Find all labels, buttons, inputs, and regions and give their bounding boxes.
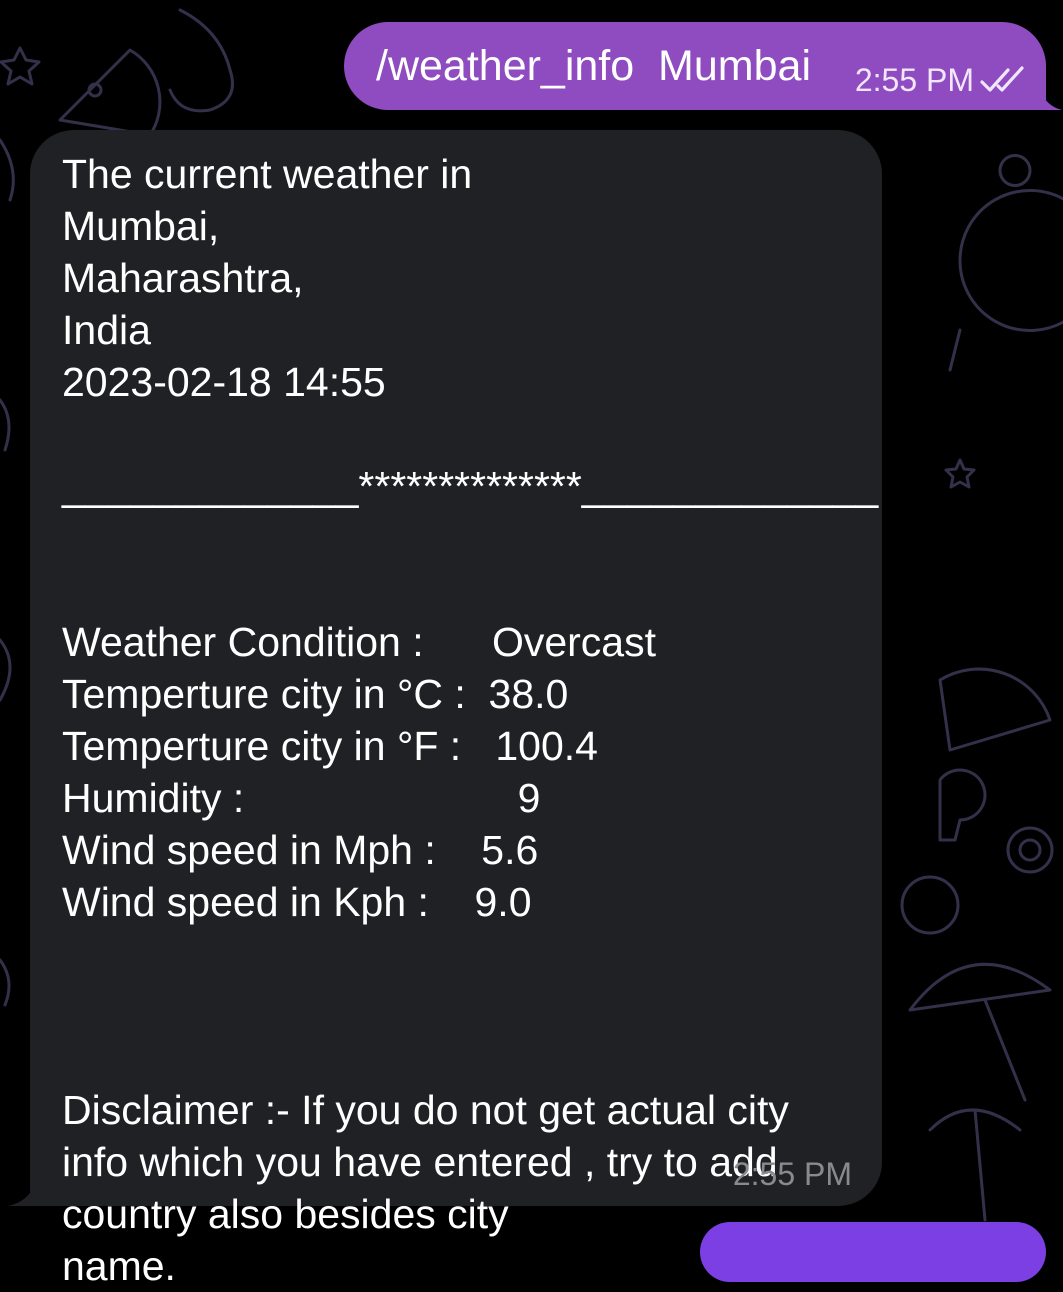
- chat-area: /weather_info Mumbai 2:55 PM The current…: [0, 0, 1063, 1289]
- message-line: Temperture city in °F : 100.4: [62, 723, 598, 769]
- message-line: Humidity : 9: [62, 775, 541, 821]
- outgoing-message-text: /weather_info Mumbai: [376, 42, 811, 90]
- message-line: Mumbai,: [62, 203, 220, 249]
- message-line: Temperture city in °C : 38.0: [62, 671, 569, 717]
- outgoing-message-meta: 2:55 PM: [855, 60, 1028, 100]
- message-line: Weather Condition : Overcast: [62, 619, 656, 665]
- message-line: _____________**************_____________: [62, 463, 879, 509]
- message-line: Disclaimer :- If you do not get actual c…: [62, 1087, 789, 1133]
- outgoing-message-time: 2:55 PM: [854, 62, 974, 98]
- incoming-bubble-tail: [8, 1168, 38, 1206]
- outgoing-message[interactable]: /weather_info Mumbai 2:55 PM: [344, 22, 1046, 110]
- next-outgoing-message[interactable]: [700, 1222, 1046, 1282]
- incoming-message[interactable]: The current weather in Mumbai, Maharashtra…: [30, 130, 882, 1289]
- double-check-icon: [980, 66, 1024, 92]
- incoming-message-time: 2:55 PM: [732, 1156, 852, 1192]
- message-line: Wind speed in Mph : 5.6: [62, 827, 539, 873]
- message-line: Maharashtra,: [62, 255, 304, 301]
- message-line: Wind speed in Kph : 9.0: [62, 879, 532, 925]
- message-line: India: [62, 307, 151, 353]
- outgoing-bubble-tail: [1036, 70, 1062, 110]
- message-line: The current weather in: [62, 151, 473, 197]
- message-line: 2023-02-18 14:55: [62, 359, 386, 405]
- incoming-message-text: The current weather in Mumbai, Maharashtra…: [62, 148, 879, 1292]
